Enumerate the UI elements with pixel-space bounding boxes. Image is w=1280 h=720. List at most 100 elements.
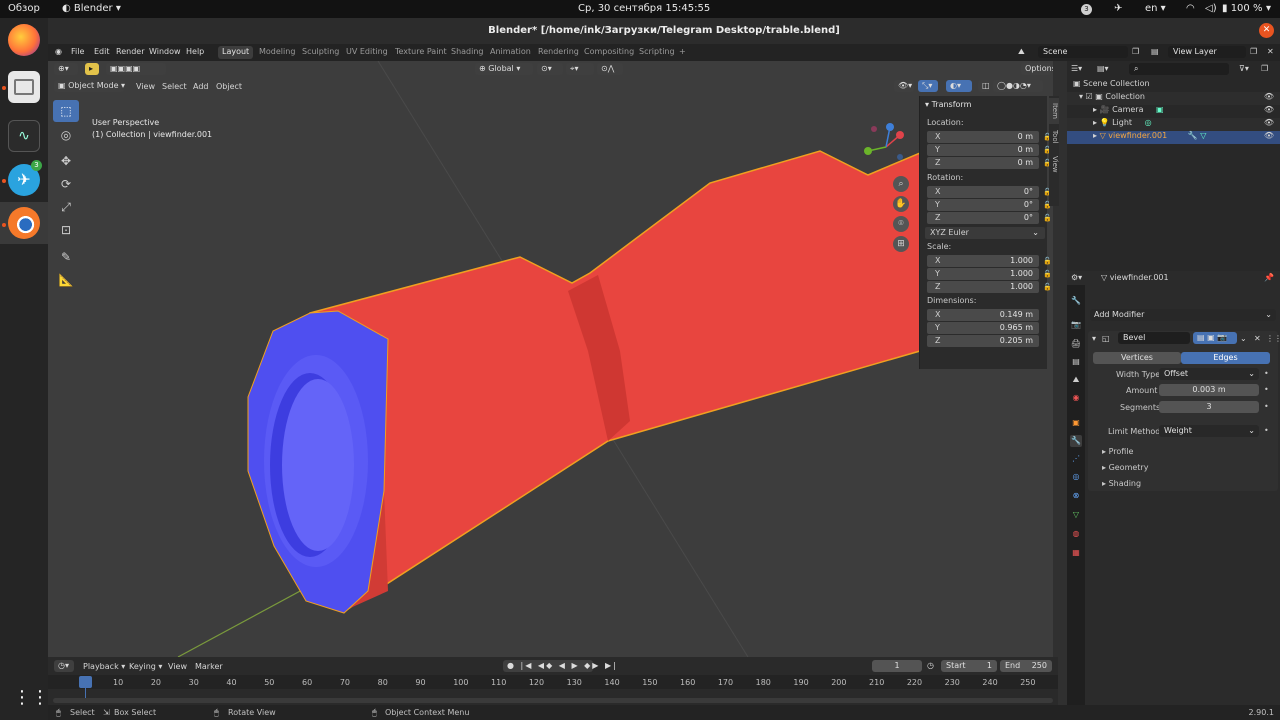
activities-button[interactable]: Обзор: [8, 3, 40, 14]
dimensions-z-field[interactable]: Z 0.205 m: [927, 335, 1039, 347]
select-box-tool-icon[interactable]: ⬚: [53, 100, 79, 122]
scale-x-field[interactable]: X 1.000: [927, 255, 1039, 267]
tab-scripting[interactable]: Scripting: [635, 46, 679, 59]
tab-tool[interactable]: Tool: [1049, 126, 1059, 148]
playhead[interactable]: [79, 676, 92, 688]
editor-type-button[interactable]: ⊕▾: [54, 63, 78, 75]
viewport-menu-view[interactable]: View: [136, 82, 155, 91]
drag-handle-icon[interactable]: ⋮⋮: [1266, 334, 1280, 343]
proportional-edit-toggle[interactable]: ⊙⋀: [597, 63, 623, 75]
xray-toggle[interactable]: ◫: [978, 80, 990, 92]
material-tab-icon[interactable]: ◍: [1070, 528, 1082, 540]
clock[interactable]: Ср, 30 сентября 15:45:55: [578, 3, 710, 14]
scene-icon[interactable]: ⛰: [1018, 47, 1025, 57]
tab-compositing[interactable]: Compositing: [580, 46, 638, 59]
timeline-scrollbar[interactable]: [53, 698, 1053, 703]
blender-logo-icon[interactable]: ◉: [55, 47, 62, 56]
transform-tool-icon[interactable]: ⊡: [53, 219, 79, 241]
menu-help[interactable]: Help: [186, 47, 204, 56]
system-menu-chevron-icon[interactable]: ▾: [1266, 3, 1271, 14]
add-workspace-button[interactable]: +: [675, 46, 690, 59]
add-modifier-dropdown[interactable]: Add Modifier ⌄: [1090, 309, 1276, 321]
dimensions-y-field[interactable]: Y 0.965 m: [927, 322, 1039, 334]
tab-uv-editing[interactable]: UV Editing: [342, 46, 392, 59]
overlay-toggle[interactable]: ◐▾: [946, 80, 972, 92]
cursor-tool-icon[interactable]: ◎: [53, 124, 79, 146]
affect-vertices-button[interactable]: Vertices: [1093, 352, 1181, 364]
app-menu[interactable]: ◐ Blender ▾: [62, 3, 121, 14]
select-box-modes[interactable]: ▣▣▣▣: [106, 63, 166, 75]
scale-tool-icon[interactable]: ⤢: [53, 196, 79, 218]
eye-icon[interactable]: 👁: [1264, 105, 1274, 114]
options-button[interactable]: Options: [1021, 63, 1053, 75]
light-data-icon[interactable]: ◎: [1145, 118, 1152, 127]
start-frame-field[interactable]: Start 1: [941, 660, 997, 672]
pin-icon[interactable]: 📌: [1264, 273, 1274, 282]
camera-data-icon[interactable]: ▣: [1156, 105, 1164, 114]
volume-icon[interactable]: ◁): [1205, 3, 1217, 14]
end-frame-field[interactable]: End 250: [1000, 660, 1052, 672]
measure-tool-icon[interactable]: 📐: [53, 269, 79, 291]
output-tab-icon[interactable]: 🖨: [1070, 338, 1082, 350]
scene-selector[interactable]: Scene: [1038, 46, 1128, 58]
menu-render[interactable]: Render: [116, 47, 144, 56]
amount-field[interactable]: 0.003 m: [1159, 384, 1259, 396]
location-x-field[interactable]: X0 m: [927, 131, 1039, 143]
annotate-tool-icon[interactable]: ✎: [53, 246, 79, 268]
new-view-layer-icon[interactable]: ❐: [1250, 47, 1257, 56]
outliner-search-input[interactable]: ⌕: [1129, 63, 1229, 75]
timeline-menu-playback[interactable]: Playback ▾: [83, 662, 125, 671]
tab-layout[interactable]: Layout: [218, 46, 254, 59]
remove-modifier-icon[interactable]: ✕: [1254, 334, 1261, 343]
pan-hand-icon[interactable]: ✋: [893, 196, 909, 212]
lock-icon[interactable]: 🔓: [1043, 214, 1052, 222]
rotate-tool-icon[interactable]: ⟳: [53, 173, 79, 195]
shading-subpanel[interactable]: ▸ Shading: [1102, 479, 1141, 488]
lock-icon[interactable]: 🔓: [1043, 257, 1052, 265]
eye-icon[interactable]: 👁: [1264, 131, 1274, 140]
view-layer-tab-icon[interactable]: ▤: [1070, 356, 1082, 368]
modifier-wrench-icon[interactable]: 🔧: [1188, 131, 1198, 140]
filter-icon[interactable]: ⊽▾: [1239, 64, 1249, 73]
mode-dropdown[interactable]: ▣ Object Mode ▾: [54, 80, 125, 92]
navigation-gizmo[interactable]: [860, 121, 912, 173]
telegram-tray-icon[interactable]: ✈: [1114, 3, 1122, 14]
transform-panel-header[interactable]: ▾ Transform: [925, 100, 971, 109]
menu-window[interactable]: Window: [149, 47, 181, 56]
snap-toggle[interactable]: ⌖▾: [566, 63, 594, 75]
new-scene-icon[interactable]: ❐: [1132, 47, 1139, 56]
limit-method-dropdown[interactable]: Weight ⌄: [1159, 425, 1259, 437]
tab-rendering[interactable]: Rendering: [534, 46, 583, 59]
particles-tab-icon[interactable]: ⋰: [1070, 453, 1082, 465]
viewport-menu-object[interactable]: Object: [216, 82, 242, 91]
modifier-menu-chevron-icon[interactable]: ⌄: [1240, 334, 1247, 343]
outliner-camera[interactable]: ▸ 🎥 Camera ▣ 👁: [1067, 105, 1280, 118]
firefox-icon[interactable]: [8, 24, 40, 56]
playback-controls[interactable]: ● |◀ ◀◆ ◀ ▶ ◆▶ ▶|: [503, 660, 616, 672]
move-tool-icon[interactable]: ✥: [53, 150, 79, 172]
outliner-collection[interactable]: ▾ ☑ ▣ Collection 👁: [1067, 92, 1280, 105]
animate-dot-icon[interactable]: •: [1264, 426, 1269, 435]
animate-dot-icon[interactable]: •: [1264, 385, 1269, 394]
show-applications-icon[interactable]: ⋮⋮⋮: [13, 687, 67, 709]
segments-field[interactable]: 3: [1159, 401, 1259, 413]
rotation-mode-dropdown[interactable]: XYZ Euler ⌄: [925, 227, 1045, 239]
viewport-menu-add[interactable]: Add: [193, 82, 209, 91]
tab-sculpting[interactable]: Sculpting: [298, 46, 343, 59]
constraints-tab-icon[interactable]: ⊗: [1070, 490, 1082, 502]
object-tab-icon[interactable]: ▣: [1070, 417, 1082, 429]
lock-icon[interactable]: 🔓: [1043, 283, 1052, 291]
animate-dot-icon[interactable]: •: [1264, 369, 1269, 378]
files-icon[interactable]: [8, 71, 40, 103]
tool-tab-icon[interactable]: 🔧: [1070, 295, 1082, 307]
modifier-visibility-toggles[interactable]: ▤ ▣ 📷: [1193, 332, 1237, 344]
camera-view-icon[interactable]: ⌾: [893, 216, 909, 232]
language-indicator[interactable]: en ▾: [1145, 3, 1166, 14]
menu-edit[interactable]: Edit: [94, 47, 110, 56]
current-frame-field[interactable]: 1: [872, 660, 922, 672]
tab-texture-paint[interactable]: Texture Paint: [391, 46, 451, 59]
scale-y-field[interactable]: Y 1.000: [927, 268, 1039, 280]
texture-tab-icon[interactable]: ▦: [1070, 547, 1082, 559]
outliner-scene-collection[interactable]: ▣ Scene Collection: [1067, 79, 1280, 92]
outliner-editor-type-icon[interactable]: ☰▾: [1071, 64, 1082, 73]
